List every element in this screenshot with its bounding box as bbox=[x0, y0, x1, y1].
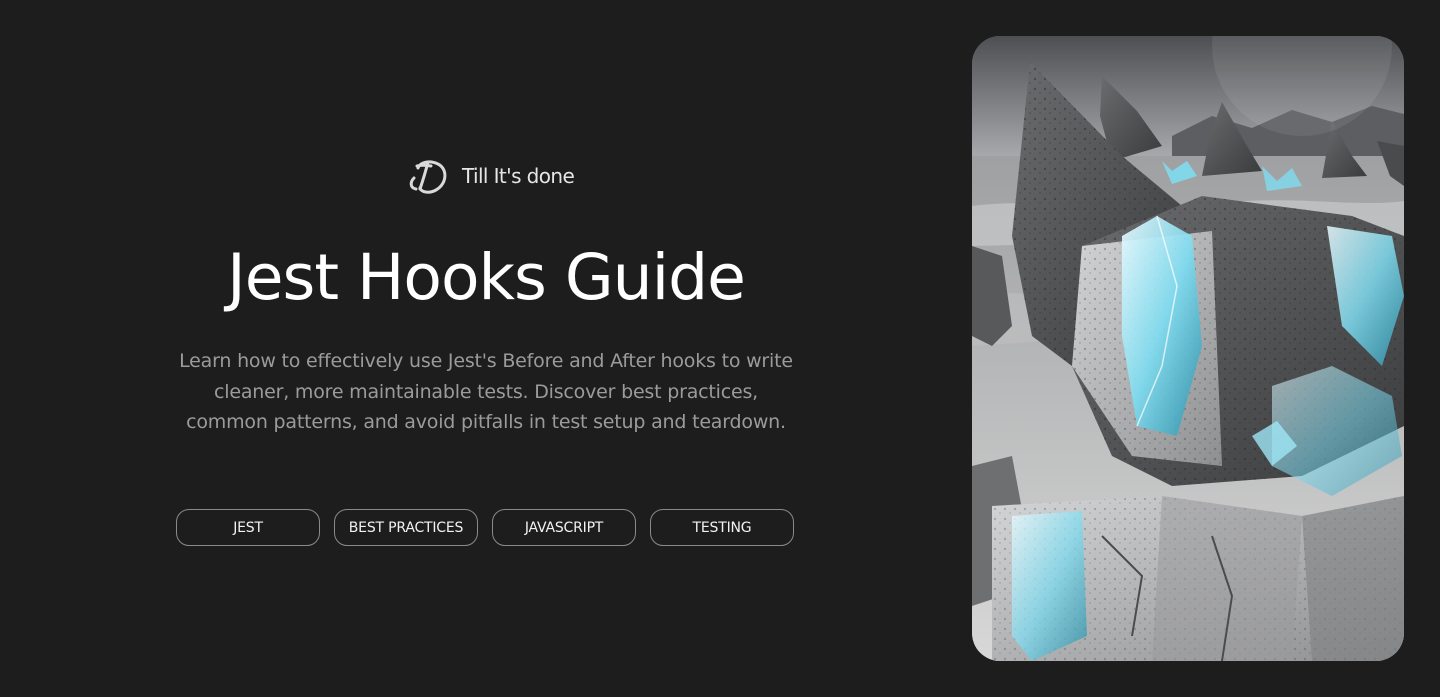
brand-name: Till It's done bbox=[462, 164, 575, 188]
tag-list: JEST BEST PRACTICES JAVASCRIPT TESTING bbox=[176, 509, 794, 546]
tag-jest[interactable]: JEST bbox=[176, 509, 320, 546]
hero-text-section: Till It's done Jest Hooks Guide Learn ho… bbox=[0, 0, 972, 697]
page: Till It's done Jest Hooks Guide Learn ho… bbox=[0, 0, 1440, 697]
brand-link[interactable]: Till It's done bbox=[404, 156, 575, 196]
crystal-rock-landscape-image bbox=[972, 36, 1404, 661]
hero-image-card bbox=[972, 36, 1404, 661]
td-monogram-icon bbox=[409, 160, 447, 194]
page-description: Learn how to effectively use Jest's Befo… bbox=[179, 350, 793, 433]
tag-testing[interactable]: TESTING bbox=[650, 509, 794, 546]
page-title: Jest Hooks Guide bbox=[227, 241, 746, 314]
tag-javascript[interactable]: JAVASCRIPT bbox=[492, 509, 636, 546]
tag-best-practices[interactable]: BEST PRACTICES bbox=[334, 509, 478, 546]
